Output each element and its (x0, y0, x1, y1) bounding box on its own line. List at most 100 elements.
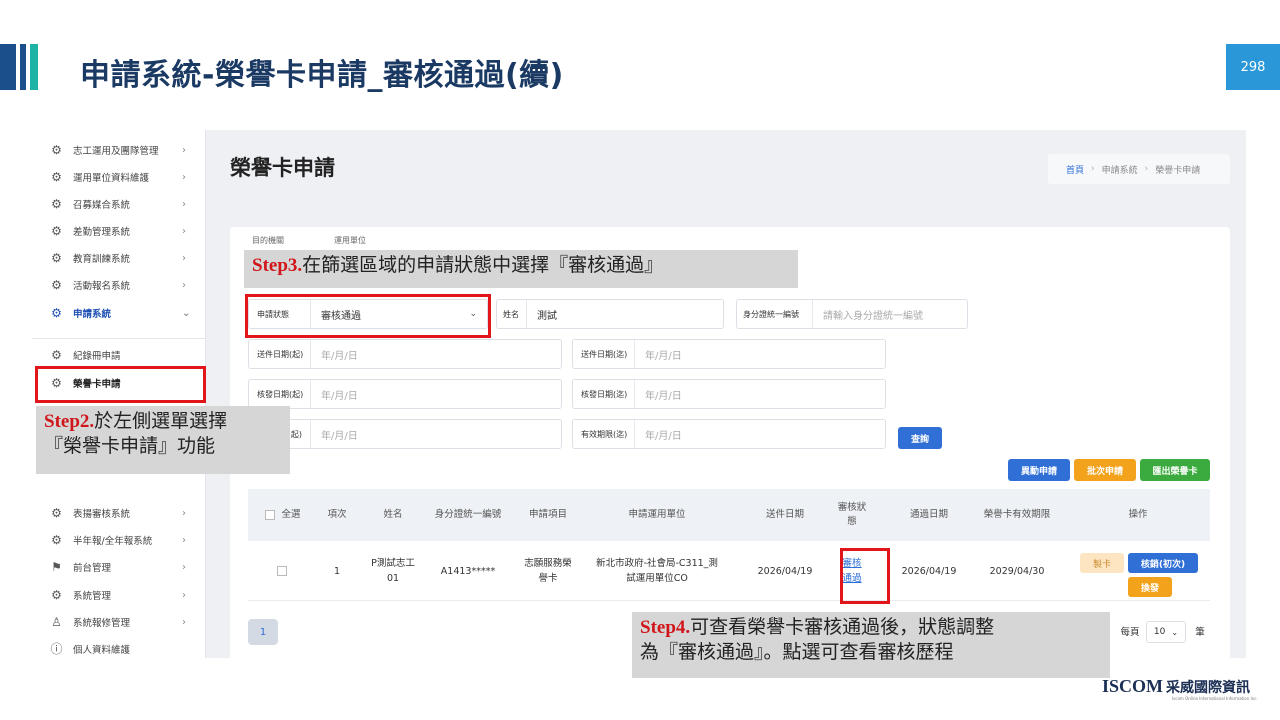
chevron-right-icon: › (182, 534, 186, 546)
per-page-select[interactable]: 10 ⌄ (1146, 621, 1186, 643)
chevron-right-icon: › (182, 561, 186, 573)
export-card-button[interactable]: 匯出榮譽卡 (1140, 459, 1210, 481)
header-send-date: 送件日期 (765, 509, 804, 520)
pagination-page-1[interactable]: 1 (248, 619, 278, 645)
sidebar-item-training[interactable]: ⚙ 教育訓練系統 › (32, 245, 206, 271)
row-index: 1 (333, 565, 341, 577)
sidebar-item-activity[interactable]: ⚙ 活動報名系統 › (32, 272, 206, 298)
page-title: 榮譽卡申請 (230, 156, 335, 180)
sidebar-item-system[interactable]: ⚙ 系統管理 › (32, 582, 206, 608)
change-apply-button[interactable]: 異動申請 (1008, 459, 1070, 481)
sidebar-item-reports[interactable]: ⚙ 半年報/全年報系統 › (32, 527, 206, 553)
per-page-label: 每頁 (1120, 626, 1140, 638)
breadcrumb-home[interactable]: 首頁 (1066, 163, 1084, 176)
send-start-label: 送件日期(起) (249, 340, 311, 368)
select-all-checkbox[interactable] (265, 510, 276, 520)
row-id: A1413***** (440, 565, 496, 577)
header-id: 身分證統一編號 (434, 509, 502, 520)
content-panel: 目的機關 運用單位 申請狀態 審核通過 ⌄ 姓名 測試 身分證統一編號 請輸入身… (230, 227, 1230, 658)
header-index: 項次 (327, 509, 347, 520)
breadcrumb-level1[interactable]: 申請系統 (1102, 163, 1138, 176)
sidebar-item-profile[interactable]: ⓘ 個人資料維護 (32, 636, 206, 658)
chevron-down-icon: ⌄ (1171, 627, 1179, 637)
valid-date-start[interactable]: (起) 年/月/日 (248, 419, 562, 449)
issue-date-start[interactable]: 核發日期(起) 年/月/日 (248, 379, 562, 409)
sidebar-item-frontend[interactable]: ⚑ 前台管理 › (32, 554, 206, 580)
chevron-right-icon: › (182, 616, 186, 628)
user-icon: ♙ (51, 614, 62, 629)
gear-icon: ⚙ (51, 250, 62, 265)
id-placeholder: 請輸入身分證統一編號 (823, 310, 923, 322)
id-field[interactable]: 身分證統一編號 請輸入身分證統一編號 (736, 299, 968, 329)
sidebar-item-repair[interactable]: ♙ 系統報修管理 › (32, 609, 206, 635)
sidebar-item-attendance[interactable]: ⚙ 差勤管理系統 › (32, 218, 206, 244)
issue-end-label: 核發日期(迄) (573, 380, 635, 408)
header-accent-bar (20, 44, 26, 90)
issue-start-label: 核發日期(起) (249, 380, 311, 408)
row-item: 志願服務榮譽卡 (524, 558, 572, 584)
make-card-button[interactable]: 製卡 (1080, 553, 1124, 573)
renew-button[interactable]: 換發 (1128, 577, 1172, 597)
row-checkbox-cell[interactable] (272, 541, 292, 601)
table-header: 全選 項次 姓名 身分證統一編號 申請項目 申請運用單位 送件日期 審核狀態 通… (248, 489, 1210, 541)
gear-icon: ⚙ (51, 532, 62, 547)
chevron-right-icon: › (182, 279, 186, 291)
header-pass-date: 通過日期 (909, 509, 948, 520)
header-accent-bar (0, 44, 16, 90)
sidebar-item-commendation[interactable]: ⚙ 表揚審核系統 › (32, 500, 206, 526)
agency-label: 目的機關 (252, 236, 284, 245)
sign-icon: ⚑ (51, 559, 62, 574)
gear-icon: ⚙ (51, 347, 62, 362)
send-end-label: 送件日期(迄) (573, 340, 635, 368)
unit-label: 運用單位 (334, 236, 366, 245)
header-item: 申請項目 (528, 509, 567, 520)
id-label: 身分證統一編號 (737, 300, 813, 328)
header-accent-bar (30, 44, 38, 90)
send-start-placeholder: 年/月/日 (321, 350, 358, 362)
verify-first-button[interactable]: 核銷(初次) (1128, 553, 1198, 573)
send-date-start[interactable]: 送件日期(起) 年/月/日 (248, 339, 562, 369)
highlight-status-link (840, 548, 890, 604)
header-valid-until: 榮譽卡有效期限 (983, 509, 1051, 520)
valid-end-placeholder: 年/月/日 (645, 430, 682, 442)
row-valid-until: 2029/04/30 (989, 565, 1045, 577)
valid-start-placeholder: 年/月/日 (321, 430, 358, 442)
row-checkbox[interactable] (277, 566, 287, 576)
sidebar-item-recruit[interactable]: ⚙ 召募媒合系統 › (32, 191, 206, 217)
name-value: 測試 (537, 310, 557, 322)
info-icon: ⓘ (50, 641, 63, 656)
chevron-right-icon: › (182, 144, 186, 156)
send-date-end[interactable]: 送件日期(迄) 年/月/日 (572, 339, 886, 369)
valid-date-end[interactable]: 有效期限(迄) 年/月/日 (572, 419, 886, 449)
breadcrumb-separator: › (1144, 164, 1149, 174)
row-unit: 新北市政府-社會局-C311_測試運用單位CO (596, 558, 718, 584)
sidebar-item-volunteer-mgmt[interactable]: ⚙ 志工運用及團隊管理 › (32, 137, 206, 163)
app-screenshot: ⚙ 志工運用及團隊管理 › ⚙ 運用單位資料維護 › ⚙ 召募媒合系統 › ⚙ 差勤管理系統 ›… (32, 130, 1246, 658)
header-name: 姓名 (383, 509, 403, 520)
breadcrumb-level2: 榮譽卡申請 (1155, 165, 1201, 176)
page-number: 298 (1226, 44, 1280, 90)
sidebar-item-application[interactable]: ⚙ 申請系統 ⌄ (32, 300, 206, 326)
select-all-header[interactable]: 全選 (258, 489, 308, 541)
issue-date-end[interactable]: 核發日期(迄) 年/月/日 (572, 379, 886, 409)
gear-icon: ⚙ (51, 142, 62, 157)
header-actions: 操作 (1128, 509, 1148, 520)
valid-end-label: 有效期限(迄) (573, 420, 635, 448)
highlight-honor-card-menu (35, 366, 206, 403)
chevron-right-icon: › (182, 198, 186, 210)
step3-callout: Step3.在篩選區域的申請狀態中選擇『審核通過』 (244, 250, 798, 288)
batch-apply-button[interactable]: 批次申請 (1074, 459, 1136, 481)
gear-icon: ⚙ (51, 196, 62, 211)
row-name: P測試志工01 (371, 558, 415, 584)
send-end-placeholder: 年/月/日 (645, 350, 682, 362)
query-button[interactable]: 查詢 (898, 427, 942, 449)
name-field[interactable]: 姓名 測試 (496, 299, 724, 329)
sidebar-item-record-book[interactable]: ⚙ 紀錄冊申請 (32, 342, 206, 368)
chevron-right-icon: › (182, 589, 186, 601)
gear-icon: ⚙ (51, 505, 62, 520)
table-row: 1 P測試志工01 A1413***** 志願服務榮譽卡 新北市政府-社會局-C… (248, 541, 1210, 601)
sidebar-item-unit-data[interactable]: ⚙ 運用單位資料維護 › (32, 164, 206, 190)
company-logo: ISCOM 采威國際資訊 Iscom Online International I… (1102, 676, 1258, 701)
name-label: 姓名 (497, 300, 527, 328)
chevron-right-icon: › (182, 225, 186, 237)
